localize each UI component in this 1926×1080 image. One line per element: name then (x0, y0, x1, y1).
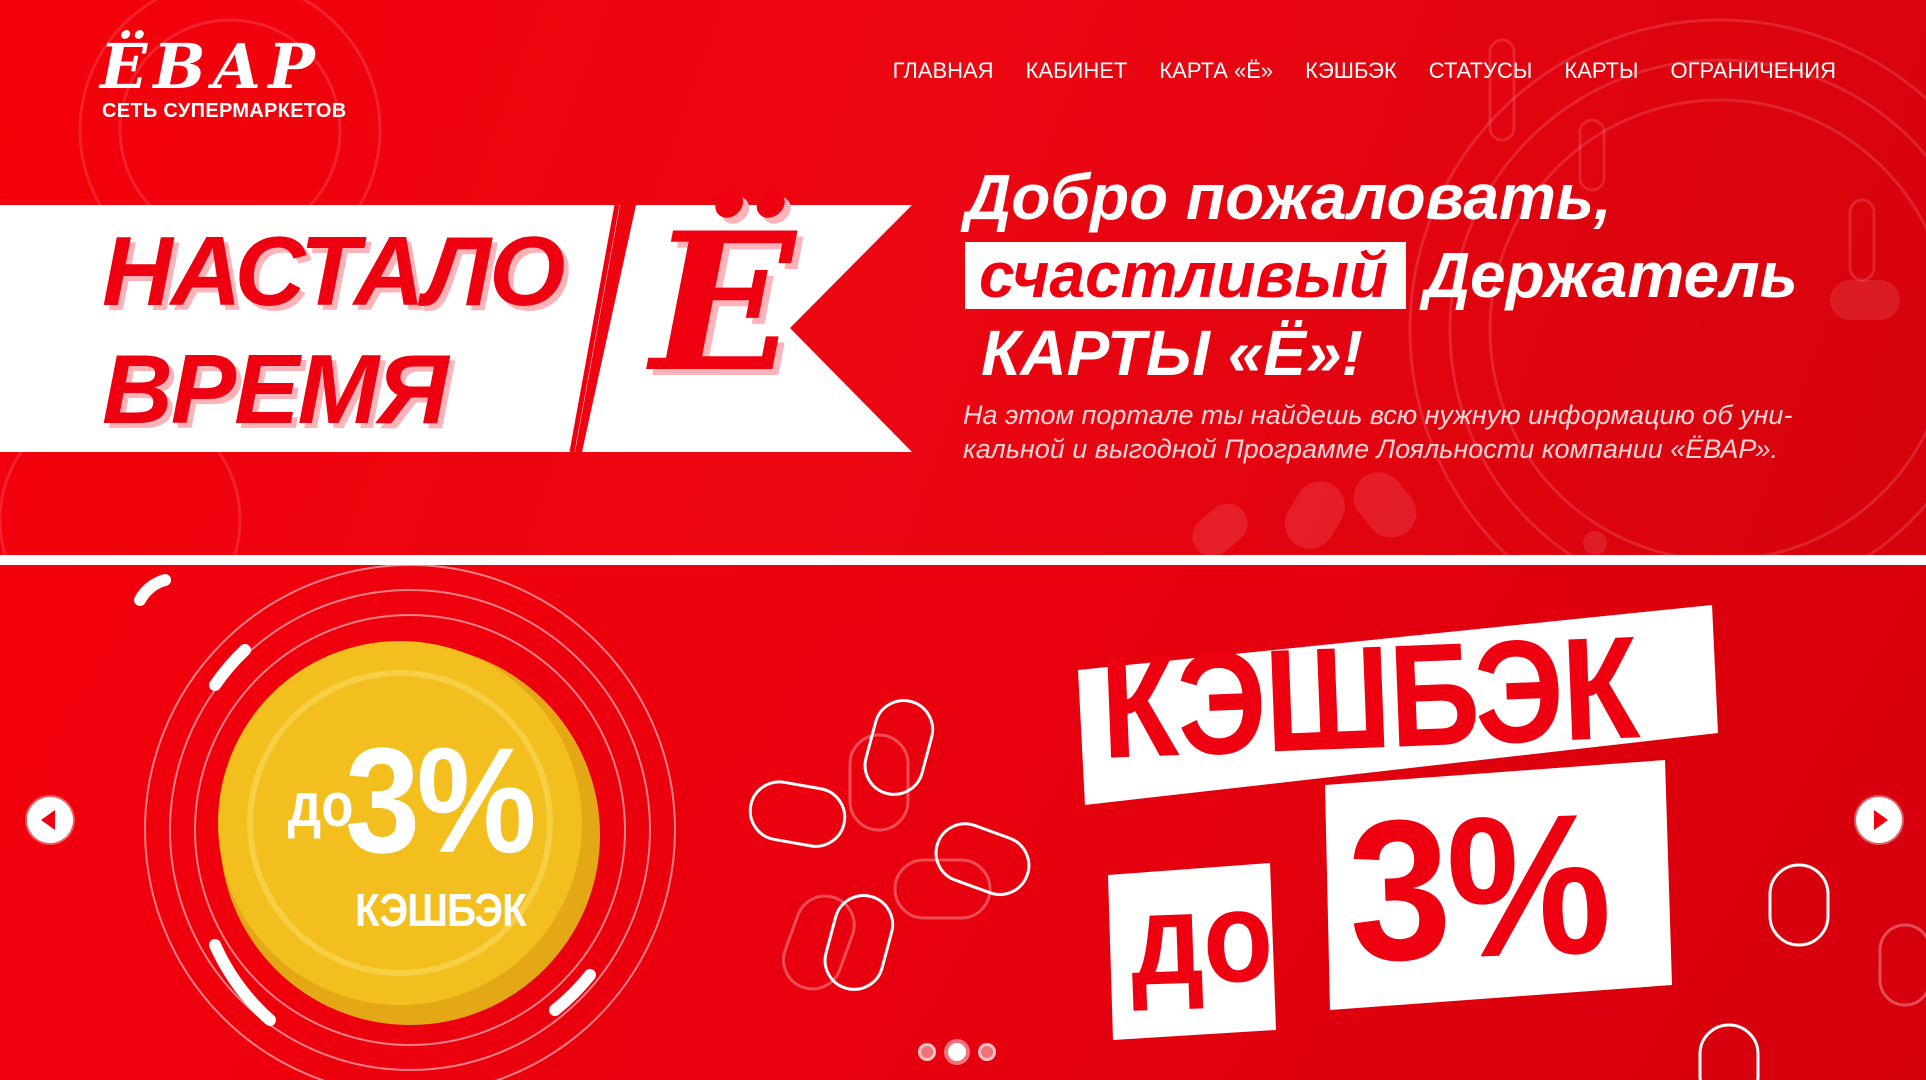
chevron-right-icon (1874, 810, 1888, 830)
slider-dot-1[interactable] (918, 1043, 936, 1061)
nav-item-card[interactable]: КАРТА «Ё» (1159, 58, 1273, 84)
e-letter-icon: Ё (650, 191, 796, 414)
promo-value-prefix: до (1127, 862, 1276, 1013)
welcome-line2: счастливый Держатель (965, 238, 1798, 312)
promo-slider: до 3% КЭШБЭК КЭШБЭК до 3% (0, 565, 1926, 1080)
coin-value: 3% (345, 716, 537, 884)
nav-item-cashback[interactable]: КЭШБЭК (1305, 58, 1397, 84)
welcome-line1: Добро пожаловать, (965, 161, 1612, 233)
ribbon-text-line1: НАСТАЛО (102, 216, 565, 326)
ribbon-text-line2: ВРЕМЯ (102, 334, 449, 444)
slider-next-button[interactable] (1856, 797, 1902, 843)
coin-caption: КЭШБЭК (355, 884, 527, 936)
section-divider (0, 555, 1926, 565)
welcome-line3: КАРТЫ «Ё»! (981, 317, 1363, 389)
slider-prev-button[interactable] (27, 797, 73, 843)
welcome-line2-rest: Держатель (1423, 239, 1798, 311)
slider-dot-2[interactable] (948, 1043, 966, 1061)
nav-item-cabinet[interactable]: КАБИНЕТ (1026, 58, 1128, 84)
nav-item-cards[interactable]: КАРТЫ (1564, 58, 1638, 84)
nav-item-home[interactable]: ГЛАВНАЯ (893, 58, 994, 84)
nav-item-restrictions[interactable]: ОГРАНИЧЕНИЯ (1670, 58, 1836, 84)
brand-logo[interactable]: ЁВАР СЕТЬ СУПЕРМАРКЕТОВ (100, 36, 360, 126)
logo-wordmark: ЁВАР (100, 30, 321, 103)
slider-dots (918, 1043, 996, 1061)
promo-value: 3% (1344, 771, 1611, 1004)
hero-banner: ЁВАР СЕТЬ СУПЕРМАРКЕТОВ ГЛАВНАЯ КАБИНЕТ … (0, 0, 1926, 555)
chevron-left-icon (41, 810, 55, 830)
coin-prefix: до (287, 771, 354, 840)
logo-subtitle: СЕТЬ СУПЕРМАРКЕТОВ (102, 100, 347, 122)
welcome-highlight: счастливый (965, 241, 1407, 310)
slider-dot-3[interactable] (978, 1043, 996, 1061)
promo-title: КЭШБЭК (1097, 605, 1640, 789)
hero-description: На этом портале ты найдешь всю нужную ин… (963, 400, 1793, 464)
nav-item-statuses[interactable]: СТАТУСЫ (1429, 58, 1533, 84)
main-nav: ГЛАВНАЯ КАБИНЕТ КАРТА «Ё» КЭШБЭК СТАТУСЫ… (893, 58, 1836, 84)
